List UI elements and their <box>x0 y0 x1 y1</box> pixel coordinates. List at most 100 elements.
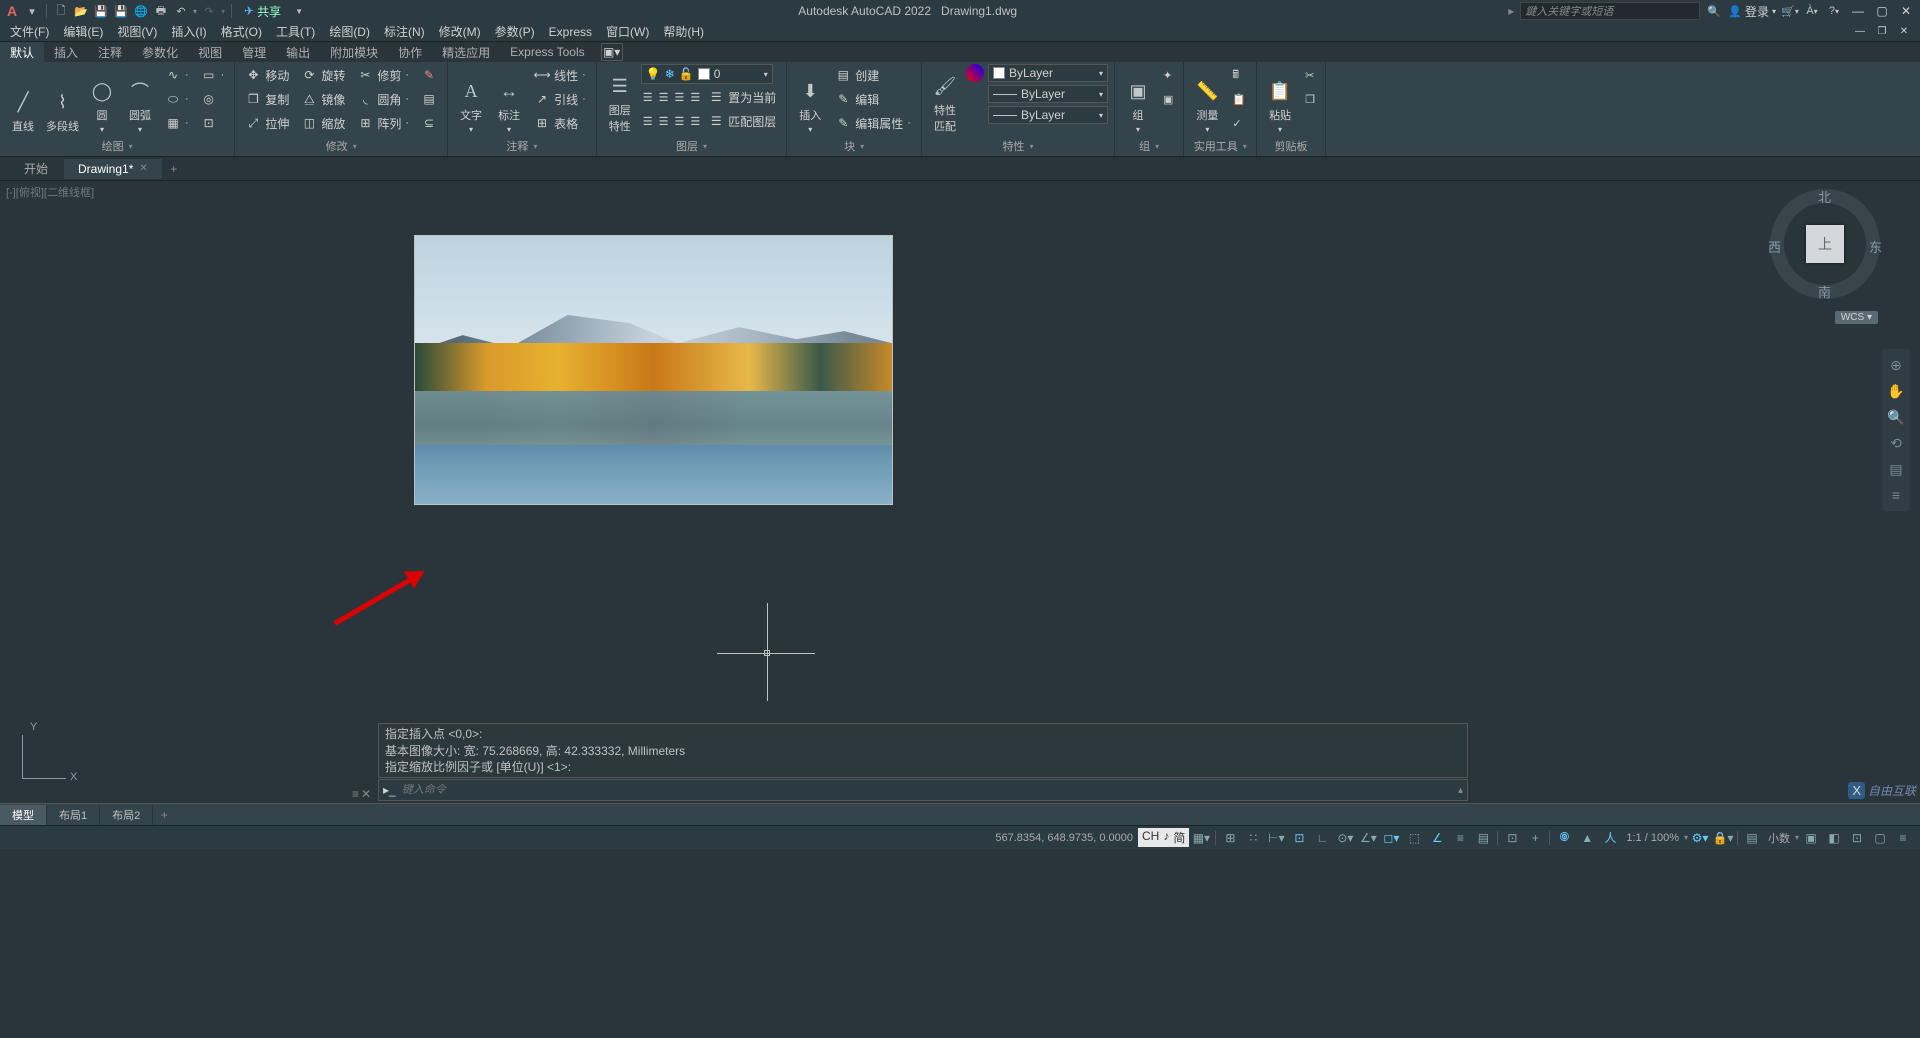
nav-more-icon[interactable]: ≡ <box>1884 483 1908 507</box>
polar-icon[interactable]: ⊙▾ <box>1334 828 1356 848</box>
layout-add-icon[interactable]: + <box>153 808 175 822</box>
tab-manage[interactable]: 管理 <box>232 42 276 63</box>
menu-edit[interactable]: 编辑(E) <box>63 23 103 40</box>
layer-btn4[interactable]: ☰ <box>688 86 702 108</box>
panel-label-modify[interactable]: 修改 <box>241 136 441 156</box>
group-btn2[interactable]: ▣ <box>1159 88 1177 110</box>
saveas-icon[interactable]: 💾 <box>113 3 129 19</box>
modelspace-icon[interactable]: ▦▾ <box>1190 828 1212 848</box>
util-btn1[interactable]: 🖩 <box>1228 64 1250 86</box>
menu-tools[interactable]: 工具(T) <box>276 23 315 40</box>
matchprops-button[interactable]: 🖌特性 匹配 <box>928 64 962 136</box>
mdi-close-icon[interactable]: ✕ <box>1894 24 1914 40</box>
annoscale-btn1[interactable]: ▲ <box>1576 828 1598 848</box>
share-button[interactable]: ✈共享 <box>238 2 287 21</box>
osnap-icon[interactable]: ◻▾ <box>1380 828 1402 848</box>
create-button[interactable]: ▤创建 <box>831 64 915 86</box>
linear-button[interactable]: ⟷线性· <box>530 64 590 86</box>
infer-icon[interactable]: ⊢▾ <box>1265 828 1287 848</box>
viewcube-top[interactable]: 上 <box>1806 225 1844 263</box>
qat-more-icon[interactable]: ▼ <box>291 3 307 19</box>
web-icon[interactable]: 🌐 <box>133 3 149 19</box>
fillet-button[interactable]: ◟圆角· <box>353 88 413 110</box>
layer-btn5[interactable]: ☰ <box>641 110 655 132</box>
viewport-label[interactable]: [-][俯视][二维线框] <box>6 184 94 200</box>
circle-button[interactable]: ◯圆▾ <box>85 64 119 136</box>
mdi-minimize-icon[interactable]: — <box>1850 24 1870 40</box>
save-icon[interactable]: 💾 <box>93 3 109 19</box>
linetype-dropdown[interactable]: ByLayer▾ <box>988 106 1108 124</box>
units-label[interactable]: 小数 <box>1764 830 1794 846</box>
panel-label-layer[interactable]: 图层 <box>603 136 781 156</box>
lineweight-dropdown[interactable]: ByLayer▾ <box>988 85 1108 103</box>
tab-insert[interactable]: 插入 <box>44 42 88 63</box>
panel-label-annot[interactable]: 注释 <box>454 136 590 156</box>
commandline-handle[interactable]: ≡✕ <box>352 787 371 801</box>
leader-button[interactable]: ↗引线· <box>530 88 590 110</box>
tab-close-icon[interactable]: ✕ <box>139 163 147 174</box>
steering-wheel-icon[interactable]: ⊕ <box>1884 353 1908 377</box>
zoom-level[interactable]: 1:1 / 100% <box>1622 832 1683 844</box>
panel-label-draw[interactable]: 绘图 <box>6 136 228 156</box>
annomonitor-icon[interactable]: + <box>1524 828 1546 848</box>
measure-button[interactable]: 📏测量▾ <box>1190 64 1224 136</box>
panel-label-props[interactable]: 特性 <box>928 136 1108 156</box>
layout-2[interactable]: 布局2 <box>100 805 153 825</box>
tab-express[interactable]: Express Tools <box>500 43 594 61</box>
app-logo[interactable]: A <box>4 3 20 19</box>
command-input[interactable] <box>402 784 1452 796</box>
layer-btn8[interactable]: ☰ <box>688 110 702 132</box>
matchlayer-button[interactable]: ☰匹配图层 <box>704 110 780 132</box>
plot-icon[interactable]: 🖶 <box>153 3 169 19</box>
scale-button[interactable]: ◫缩放 <box>297 112 349 134</box>
layer-btn6[interactable]: ☰ <box>657 110 671 132</box>
dynamic-input-icon[interactable]: ⊡ <box>1288 828 1310 848</box>
cleanscreen-icon[interactable]: ▢ <box>1869 828 1891 848</box>
menu-param[interactable]: 参数(P) <box>495 23 535 40</box>
snapmode-icon[interactable]: ∷ <box>1242 828 1264 848</box>
stretch-button[interactable]: ⤢拉伸 <box>241 112 293 134</box>
rotate-button[interactable]: ⟳旋转 <box>297 64 349 86</box>
help-icon[interactable]: ?▾ <box>1826 3 1842 19</box>
maximize-icon[interactable]: ▢ <box>1872 3 1892 19</box>
ribbon-collapse-icon[interactable]: ▣▾ <box>601 43 623 61</box>
layer-btn1[interactable]: ☰ <box>641 86 655 108</box>
explode-button[interactable]: ▤ <box>417 88 441 110</box>
menu-modify[interactable]: 修改(M) <box>439 23 481 40</box>
ime-indicator[interactable]: CH♪简 <box>1138 828 1189 847</box>
dim-button[interactable]: ↔标注▾ <box>492 64 526 136</box>
viewcube-east[interactable]: 东 <box>1869 237 1882 256</box>
undo-icon[interactable]: ↶ <box>173 3 189 19</box>
a360-icon[interactable]: À▾ <box>1804 3 1820 19</box>
group-button[interactable]: ▣组▾ <box>1121 64 1155 136</box>
hatch-button[interactable]: ▦· <box>161 112 193 134</box>
otrack-icon[interactable]: ∠ <box>1426 828 1448 848</box>
customize-icon[interactable]: ≡ <box>1892 828 1914 848</box>
util-btn3[interactable]: ✓ <box>1228 112 1250 134</box>
tab-default[interactable]: 默认 <box>0 42 44 63</box>
panel-label-block[interactable]: 块 <box>793 136 915 156</box>
viewcube-south[interactable]: 南 <box>1818 282 1831 301</box>
transparency-icon[interactable]: ▤ <box>1472 828 1494 848</box>
units-icon[interactable]: ▤ <box>1741 828 1763 848</box>
array-button[interactable]: ⊞阵列· <box>353 112 413 134</box>
cut-button[interactable]: ✂ <box>1301 64 1319 86</box>
text-button[interactable]: A文字▾ <box>454 64 488 136</box>
point-button[interactable]: ⊡ <box>197 112 229 134</box>
annoscale-btn2[interactable]: 人 <box>1599 828 1621 848</box>
paste-button[interactable]: 📋粘贴▾ <box>1263 64 1297 136</box>
insert-button[interactable]: ⬇插入▾ <box>793 64 827 136</box>
viewcube-north[interactable]: 北 <box>1818 187 1831 206</box>
command-expand-icon[interactable]: ▴ <box>1458 785 1463 796</box>
dropdown-icon[interactable]: ▾ <box>24 3 40 19</box>
layout-model[interactable]: 模型 <box>0 805 47 825</box>
cart-icon[interactable]: 🛒▾ <box>1782 3 1798 19</box>
trim-button[interactable]: ✂修剪· <box>353 64 413 86</box>
close-icon[interactable]: ✕ <box>1896 3 1916 19</box>
inserted-image[interactable] <box>414 235 893 505</box>
menu-window[interactable]: 窗口(W) <box>606 23 649 40</box>
qprops-icon[interactable]: 🞋 <box>1553 828 1575 848</box>
layer-btn2[interactable]: ☰ <box>657 86 671 108</box>
panel-label-group[interactable]: 组 <box>1121 136 1177 156</box>
layout-1[interactable]: 布局1 <box>47 805 100 825</box>
